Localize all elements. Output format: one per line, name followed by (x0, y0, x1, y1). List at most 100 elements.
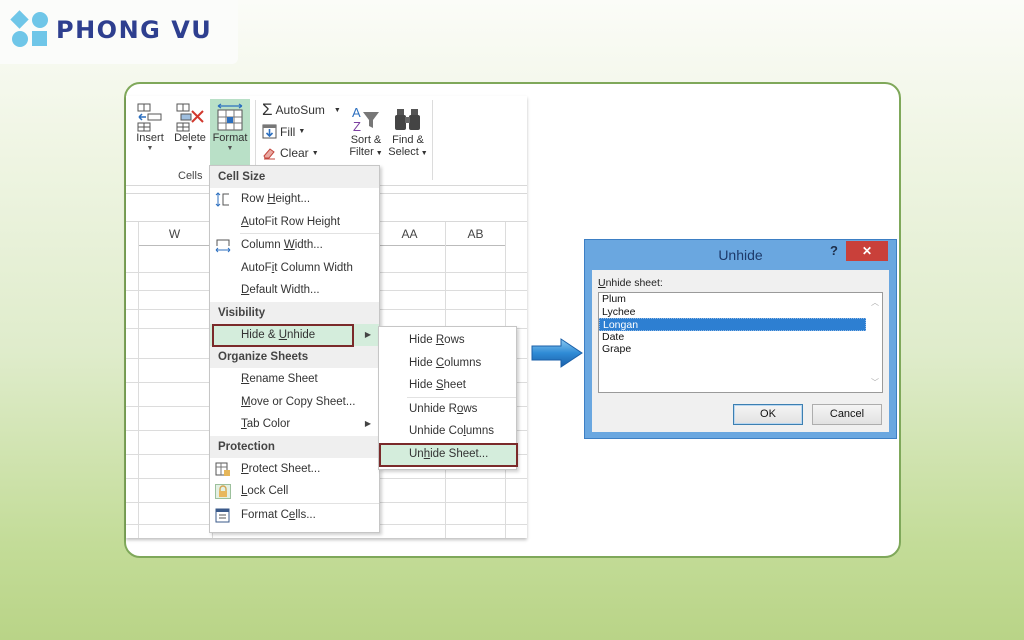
chevron-down-icon: ▼ (418, 150, 428, 157)
label: AutoF (241, 261, 272, 274)
sheet-list[interactable]: Plum Lychee Longan Date Grape ︿ ﹀ (598, 292, 883, 393)
accel: H (267, 193, 276, 205)
menu-item-tab-color[interactable]: Tab Color ▶ (210, 413, 379, 436)
chevron-right-icon: ▶ (364, 419, 371, 428)
format-label: Format (212, 132, 248, 144)
unhide-sheet-label: Unhide sheet: (598, 277, 663, 289)
accel: A (241, 215, 249, 228)
submenu-item-hide-rows[interactable]: Hide Rows (379, 329, 516, 352)
chevron-down-icon: ▼ (298, 128, 306, 135)
label: Column (241, 239, 284, 251)
format-dropdown-menu: Cell Size Row Height... AutoFit Row Heig… (209, 165, 380, 533)
format-button[interactable]: Format ▼ (210, 99, 250, 166)
delete-button[interactable]: Delete ▼ (172, 102, 208, 153)
submenu-item-unhide-rows[interactable]: Unhide Rows (379, 398, 516, 421)
insert-label: Insert (136, 132, 164, 144)
menu-item-protect-sheet[interactable]: Protect Sheet... (210, 458, 379, 481)
fill-down-icon (262, 124, 277, 139)
menu-section-header: Protection (210, 435, 379, 458)
submenu-item-hide-columns[interactable]: Hide Columns (379, 352, 516, 375)
submenu-item-hide-sheet[interactable]: Hide Sheet (379, 374, 516, 397)
highlight-box (212, 323, 354, 347)
autosum-button[interactable]: Σ AutoSum ▼ (262, 101, 341, 118)
label: Hide (409, 334, 436, 346)
ok-button[interactable]: OK (733, 404, 803, 425)
chevron-down-icon: ▼ (373, 150, 383, 157)
menu-item-move-copy-sheet[interactable]: Move or Copy Sheet... (210, 391, 379, 414)
clear-button[interactable]: Clear ▼ (262, 146, 319, 160)
fill-label: Fill (280, 124, 296, 139)
column-header-aa[interactable]: AA (374, 222, 446, 246)
svg-text:A: A (352, 105, 361, 120)
help-icon[interactable]: ? (830, 243, 838, 258)
menu-item-hide-unhide[interactable]: Hide & Unhide ▶ (210, 323, 379, 347)
menu-item-default-width[interactable]: Default Width... (210, 279, 379, 302)
label: ename Sheet (249, 373, 318, 385)
accel: W (283, 239, 295, 251)
label: olumns (444, 356, 482, 369)
menu-item-column-width[interactable]: Column Width... (210, 234, 379, 257)
unhide-dialog: Unhide ? ✕ Unhide sheet: Plum Lychee Lon… (584, 239, 897, 439)
sheet-list-item-selected[interactable]: Longan (599, 318, 866, 331)
label: heet (443, 379, 466, 391)
sheet-list-item[interactable]: Date (599, 331, 866, 344)
submenu-item-unhide-sheet[interactable]: Unhide Sheet... (379, 442, 518, 467)
label: Hide (409, 356, 436, 369)
sort-filter-label-2: Filter (349, 146, 374, 158)
binoculars-icon (395, 109, 420, 130)
find-select-label-1: Find & (392, 134, 424, 146)
scroll-up-icon[interactable]: ︿ (871, 297, 879, 308)
label: Unhide Co (409, 425, 464, 437)
menu-item-rename-sheet[interactable]: Rename Sheet (210, 368, 379, 391)
sort-filter-button[interactable]: A Z Sort & Filter ▼ (346, 104, 386, 158)
clear-label: Clear (280, 146, 309, 160)
brand-logo: PHONG VU (0, 0, 238, 64)
brand-name: PHONG VU (56, 16, 213, 44)
sheet-list-item[interactable]: Grape (599, 343, 866, 356)
sort-filter-icon: A Z (352, 105, 379, 134)
label: ows (444, 334, 465, 346)
label: ock Cell (247, 485, 289, 497)
label: ab Color (246, 418, 291, 430)
format-cells-dialog-icon (215, 508, 230, 522)
column-header-w[interactable]: W (138, 222, 212, 246)
group-divider (432, 100, 433, 180)
label: utoFit Row Height (248, 215, 341, 228)
label: eight... (275, 193, 311, 205)
label: Row (241, 193, 268, 205)
row-height-icon (215, 192, 229, 207)
autosum-label: AutoSum (275, 103, 325, 117)
close-button[interactable]: ✕ (846, 241, 888, 261)
scroll-down-icon[interactable]: ﹀ (871, 377, 879, 388)
menu-section-header: Organize Sheets (210, 346, 379, 368)
label: lls... (295, 508, 316, 521)
chevron-down-icon: ▼ (226, 145, 234, 152)
find-select-label-2: Select (388, 146, 419, 158)
insert-button[interactable]: Insert ▼ (132, 102, 168, 153)
insert-cells-icon (137, 103, 162, 132)
menu-item-row-height[interactable]: Row Height... (210, 188, 379, 211)
sheet-list-item[interactable]: Lychee (599, 306, 866, 319)
label: efault Width... (249, 284, 320, 296)
menu-item-format-cells[interactable]: Format Cells... (210, 504, 379, 527)
eraser-icon (263, 148, 275, 160)
sheet-list-item[interactable]: Plum (599, 293, 866, 306)
dialog-body: Unhide sheet: Plum Lychee Longan Date Gr… (592, 270, 889, 432)
accel: P (241, 462, 249, 475)
label: t Column Width (274, 261, 353, 274)
cancel-button[interactable]: Cancel (812, 404, 882, 425)
hide-unhide-submenu: Hide Rows Hide Columns Hide Sheet Unhide… (378, 326, 518, 470)
submenu-item-unhide-columns[interactable]: Unhide Columns (379, 420, 516, 443)
menu-item-autofit-row-height[interactable]: AutoFit Row Height (210, 211, 379, 234)
fill-button[interactable]: Fill ▼ (262, 124, 305, 139)
menu-item-autofit-column-width[interactable]: AutoFit Column Width (210, 257, 379, 280)
chevron-down-icon: ▼ (146, 145, 154, 152)
find-select-button[interactable]: Find & Select ▼ (388, 104, 428, 158)
column-header-ab[interactable]: AB (446, 222, 506, 246)
label: nhide sheet: (605, 277, 663, 289)
label: umns (465, 425, 495, 437)
label: Unhide R (409, 402, 457, 415)
menu-item-lock-cell[interactable]: Lock Cell (210, 480, 379, 503)
sort-filter-label-1: Sort & (350, 134, 382, 146)
right-arrow-icon (531, 338, 583, 368)
